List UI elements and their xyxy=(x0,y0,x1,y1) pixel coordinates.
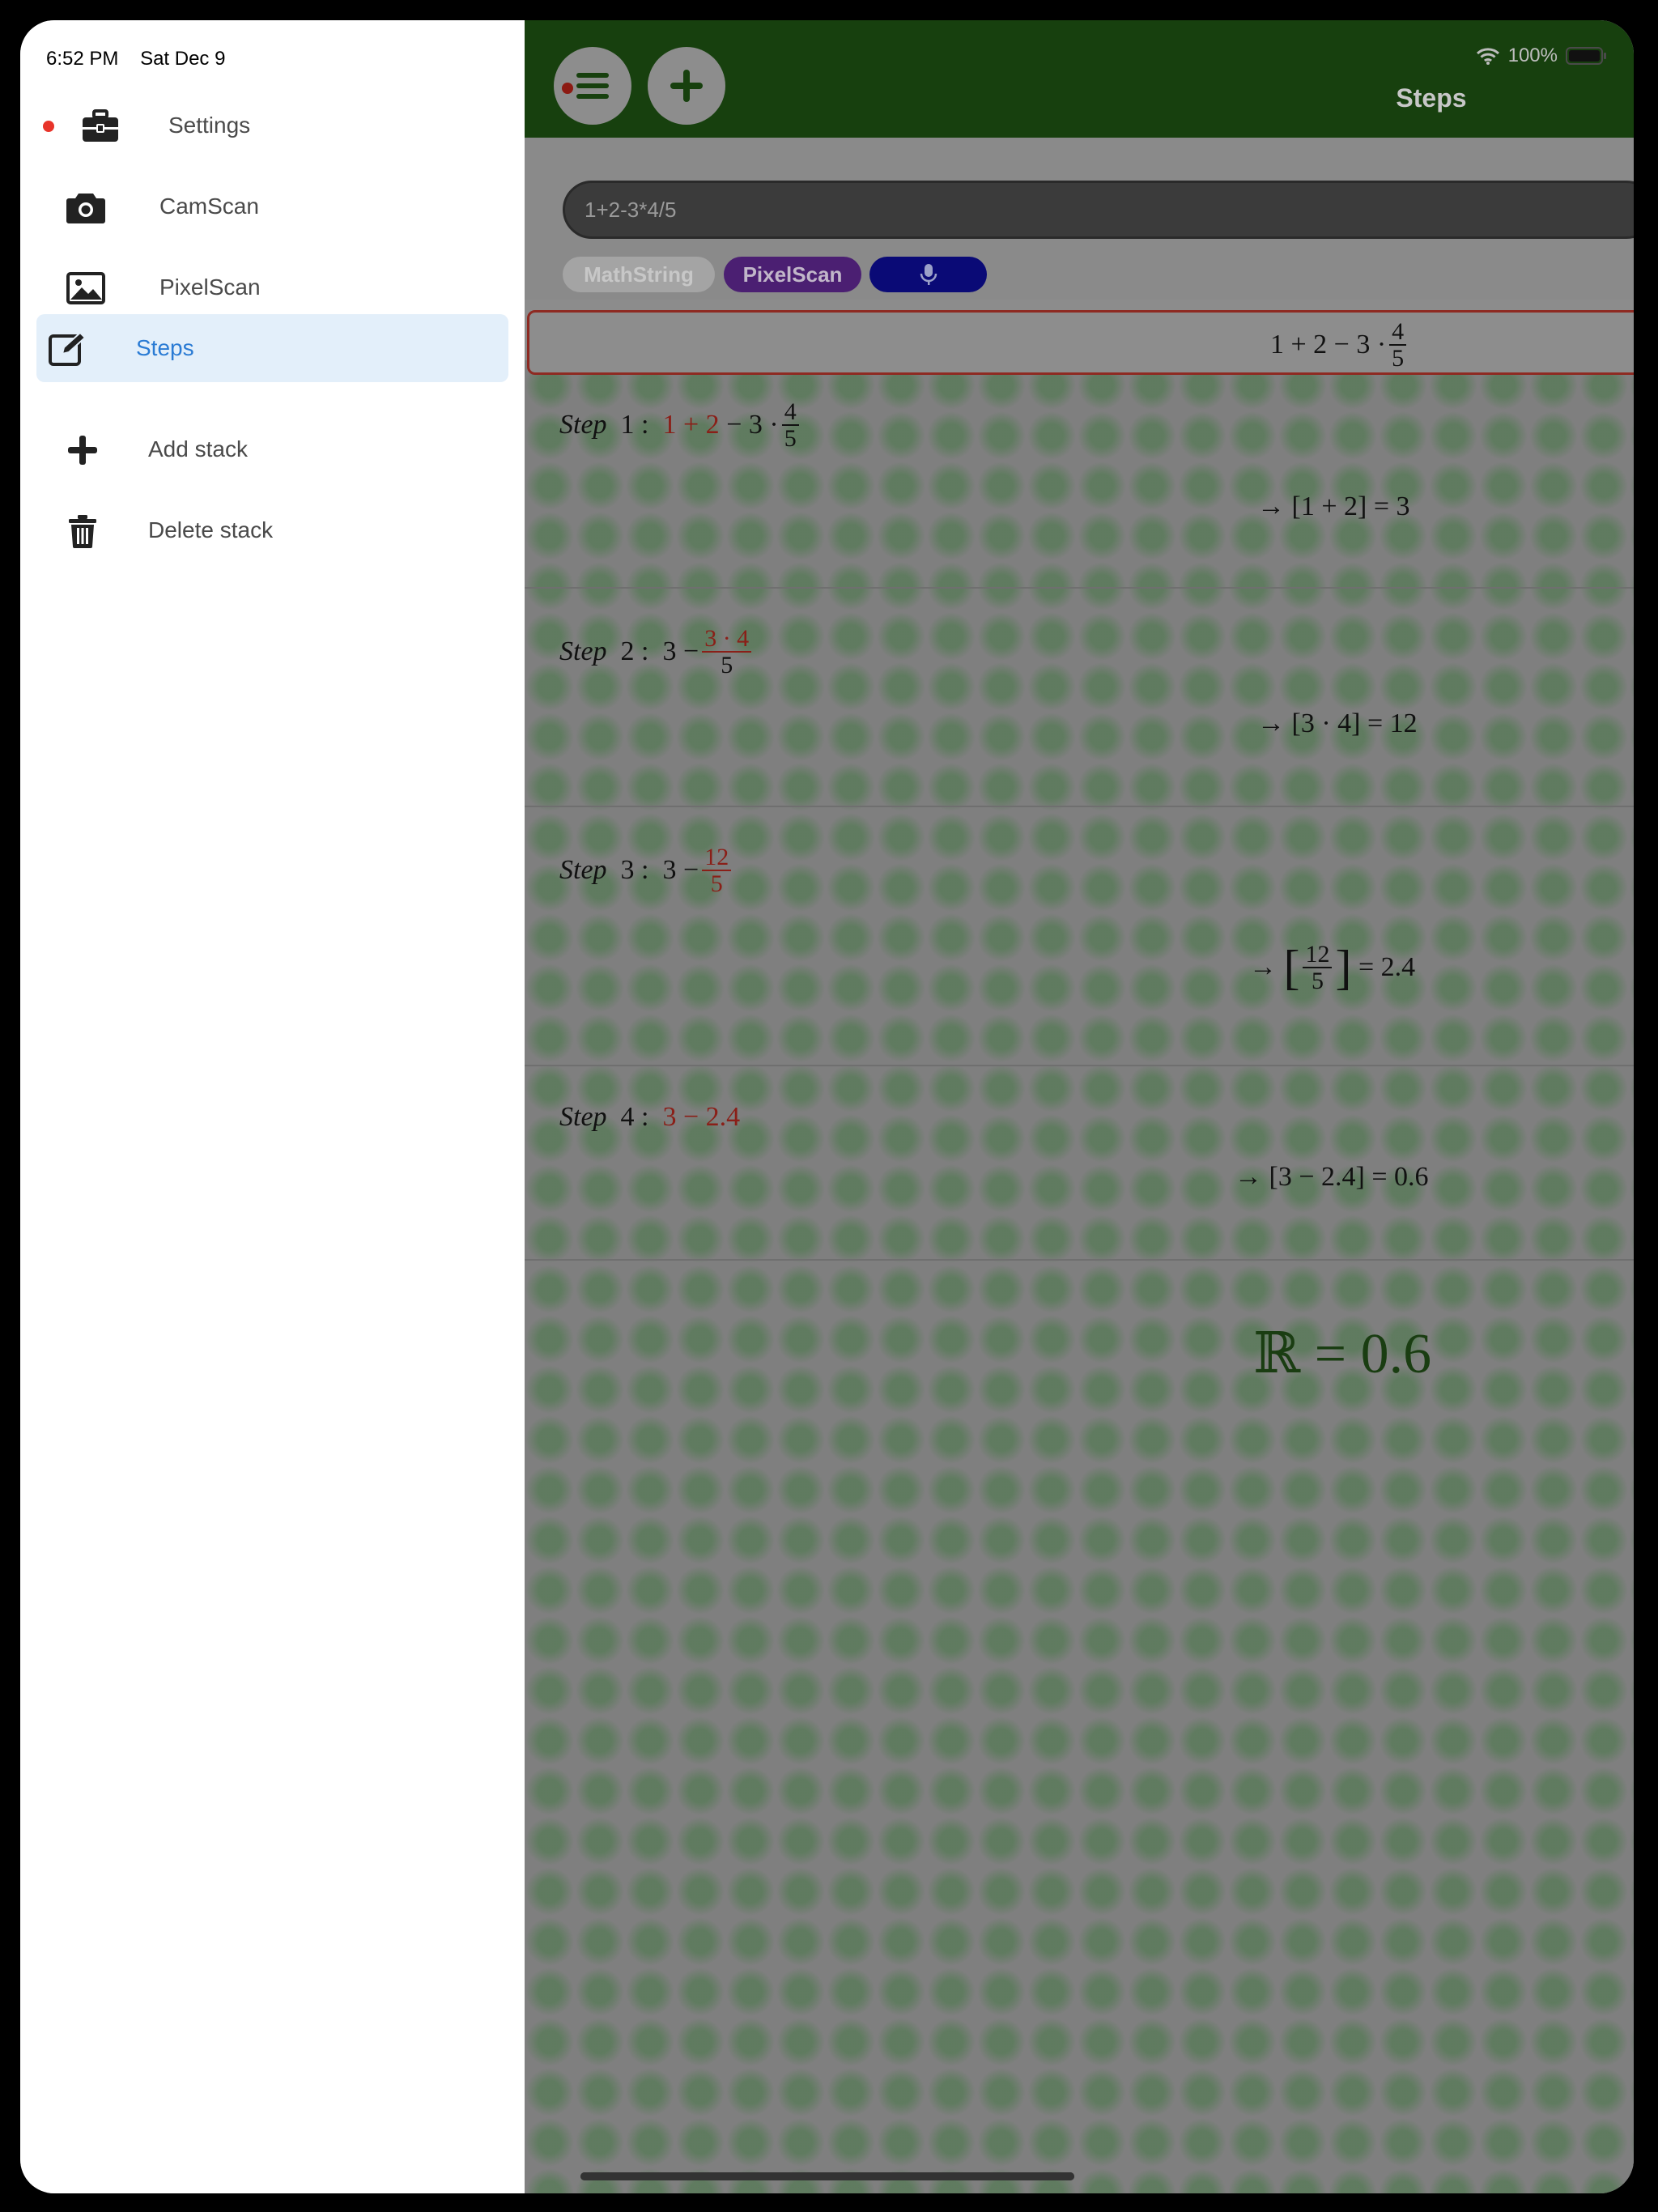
voice-input-button[interactable] xyxy=(869,257,987,292)
step-row: Step 2 : 3 − 3 · 4 5 → [3 · 4] = 12 xyxy=(525,587,1634,807)
sidebar-item-settings[interactable]: Settings xyxy=(36,91,508,160)
result-tail: = 2.4 xyxy=(1358,952,1416,982)
step-word: Step xyxy=(559,855,607,885)
sidebar-item-label: CamScan xyxy=(159,194,259,219)
notification-dot xyxy=(43,121,54,132)
step-fraction-denominator: 5 xyxy=(721,652,733,678)
hamburger-icon xyxy=(576,73,609,99)
step-prefix: 3 − xyxy=(662,855,699,885)
result-arrow: → xyxy=(1249,952,1277,982)
sidebar-item-camscan[interactable]: CamScan xyxy=(36,172,508,240)
expression-fraction-numerator: 4 xyxy=(1389,318,1407,346)
step-fraction-numerator: 12 xyxy=(702,844,732,871)
sidebar-item-label: Add stack xyxy=(148,436,248,462)
add-button[interactable] xyxy=(648,47,725,125)
sidebar-item-label: Delete stack xyxy=(148,517,274,542)
sidebar-item-label: Steps xyxy=(136,335,194,360)
step-result: → [3 · 4] = 12 xyxy=(1257,708,1418,738)
step-row: Step 3 : 3 − 12 5 → [ 12 5 ] = 2.4 xyxy=(525,806,1634,1066)
step-prefix: 3 − xyxy=(662,636,699,666)
step-fraction-denominator: 5 xyxy=(784,425,797,452)
briefcase-icon xyxy=(80,109,121,143)
page-title: Steps xyxy=(1396,83,1467,113)
step-result: → [1 + 2] = 3 xyxy=(1257,491,1410,521)
microphone-icon xyxy=(920,264,937,285)
sidebar-drawer: 6:52 PM Sat Dec 9 Settings CamScan Pixel… xyxy=(20,20,525,2193)
expression-main: 1 + 2 − 3 · xyxy=(1270,330,1387,359)
step-highlight: 3 − 2.4 xyxy=(662,1102,741,1132)
step-fraction-denominator: 5 xyxy=(710,870,723,897)
main-content: Steps 1+2-3*4/5 MathString PixelScan 1 +… xyxy=(525,20,1634,2193)
step-rest: − 3 · xyxy=(726,410,779,440)
result-fraction-numerator: 12 xyxy=(1303,941,1333,968)
expression-display: 1 + 2 − 3 · 4 5 xyxy=(527,310,1634,375)
sidebar-item-add-stack[interactable]: Add stack xyxy=(36,415,508,483)
home-indicator[interactable] xyxy=(580,2172,1074,2180)
sidebar-item-pixelscan[interactable]: PixelScan xyxy=(36,253,508,321)
notification-dot xyxy=(562,83,573,94)
step-number: 2 : xyxy=(620,636,649,666)
trash-icon xyxy=(62,514,103,548)
menu-button[interactable] xyxy=(554,47,631,125)
step-result: → [ 12 5 ] = 2.4 xyxy=(1249,940,1416,994)
edit-icon xyxy=(48,331,88,366)
screen: Steps 1+2-3*4/5 MathString PixelScan 1 +… xyxy=(20,20,1634,2193)
sidebar-item-label: Settings xyxy=(168,113,251,138)
step-result: → [3 − 2.4] = 0.6 xyxy=(1235,1162,1429,1192)
step-row: Step 4 : 3 − 2.4 → [3 − 2.4] = 0.6 xyxy=(525,1065,1634,1261)
result-fraction-denominator: 5 xyxy=(1311,968,1324,994)
pixelscan-mode-button[interactable]: PixelScan xyxy=(724,257,861,292)
step-word: Step xyxy=(559,410,607,440)
battery-icon xyxy=(1566,47,1606,65)
final-result: ℝ = 0.6 xyxy=(1253,1323,1432,1385)
top-bar: Steps xyxy=(525,20,1634,138)
math-input[interactable]: 1+2-3*4/5 xyxy=(563,181,1634,239)
status-indicators: 100% xyxy=(1476,45,1608,67)
mathstring-mode-button[interactable]: MathString xyxy=(563,257,715,292)
step-number: 4 : xyxy=(620,1102,649,1132)
step-word: Step xyxy=(559,1102,607,1132)
step-row: Step 1 : 1 + 2 − 3 · 4 5 → [1 + 2] = 3 xyxy=(525,376,1634,589)
battery-percent: 100% xyxy=(1507,45,1558,66)
image-icon xyxy=(66,271,106,305)
sidebar-item-label: PixelScan xyxy=(159,274,261,300)
step-fraction-numerator: 4 xyxy=(781,398,799,426)
step-word: Step xyxy=(559,636,607,666)
step-fraction-numerator: 3 · 4 xyxy=(702,625,752,653)
plus-icon xyxy=(670,70,703,102)
wifi-icon xyxy=(1476,48,1499,65)
date: Sat Dec 9 xyxy=(140,48,226,70)
step-highlight: 1 + 2 xyxy=(662,410,720,440)
plus-icon xyxy=(62,433,103,467)
expression-fraction-denominator: 5 xyxy=(1392,345,1405,372)
sidebar-item-steps[interactable]: Steps xyxy=(36,314,508,382)
step-number: 3 : xyxy=(620,855,649,885)
time: 6:52 PM xyxy=(46,48,119,70)
camera-icon xyxy=(66,190,106,224)
step-number: 1 : xyxy=(620,410,649,440)
sidebar-item-delete-stack[interactable]: Delete stack xyxy=(36,496,508,564)
status-time: 6:52 PM Sat Dec 9 xyxy=(46,48,225,70)
